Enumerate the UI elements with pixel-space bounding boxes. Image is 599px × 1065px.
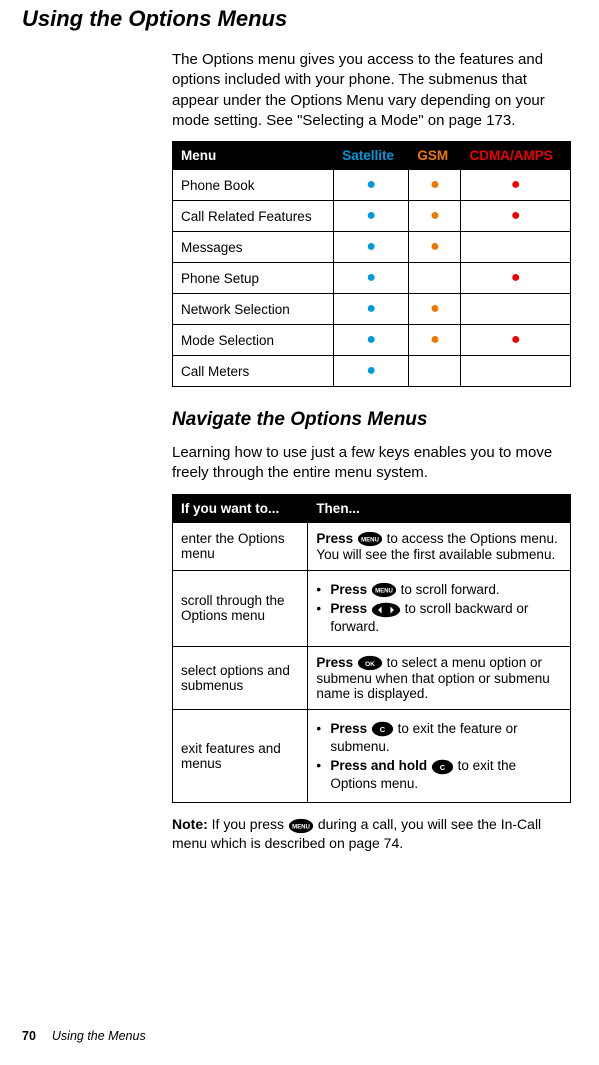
dot-icon: ● (511, 176, 521, 193)
cdma-cell (461, 356, 571, 387)
col-then: Then... (308, 494, 571, 522)
menu-key-icon (288, 818, 314, 834)
footer-label: Using the Menus (52, 1029, 146, 1043)
ok-key-icon (357, 655, 383, 671)
sat-cell: ● (334, 170, 409, 201)
menu-label: Call Meters (173, 356, 334, 387)
sat-cell: ● (334, 356, 409, 387)
intro-paragraph: The Options menu gives you access to the… (172, 50, 571, 131)
page-number: 70 (22, 1029, 36, 1043)
if-cell: scroll through the Options menu (173, 570, 308, 646)
dot-icon: ● (511, 269, 521, 286)
col-if: If you want to... (173, 494, 308, 522)
menu-label: Call Related Features (173, 201, 334, 232)
dot-icon: ● (366, 207, 376, 224)
table-row: Network Selection ● ● (173, 294, 571, 325)
table-row: Mode Selection ● ● ● (173, 325, 571, 356)
menu-label: Network Selection (173, 294, 334, 325)
dot-icon: ● (430, 176, 440, 193)
navigate-heading: Navigate the Options Menus (172, 409, 571, 431)
table-row: Phone Setup ● ● (173, 263, 571, 294)
dot-icon: ● (366, 300, 376, 317)
col-cdma: CDMA/AMPS (461, 142, 571, 170)
table-row: Call Meters ● (173, 356, 571, 387)
if-cell: exit features and menus (173, 710, 308, 803)
then-cell: Press to scroll forward. Press to scroll… (308, 570, 571, 646)
dot-icon: ● (430, 331, 440, 348)
dot-icon: ● (430, 300, 440, 317)
col-satellite: Satellite (334, 142, 409, 170)
then-cell: Press to access the Options menu. You wi… (308, 522, 571, 570)
menu-label: Mode Selection (173, 325, 334, 356)
dot-icon: ● (511, 207, 521, 224)
col-menu: Menu (173, 142, 334, 170)
cdma-cell: ● (461, 325, 571, 356)
gsm-cell: ● (409, 232, 461, 263)
keys-table: If you want to... Then... enter the Opti… (172, 494, 571, 804)
dot-icon: ● (511, 331, 521, 348)
sat-cell: ● (334, 232, 409, 263)
menu-label: Phone Book (173, 170, 334, 201)
col-gsm: GSM (409, 142, 461, 170)
menu-key-icon (357, 531, 383, 547)
table-row: select options and submenus Press to sel… (173, 646, 571, 709)
table-row: enter the Options menu Press to access t… (173, 522, 571, 570)
dot-icon: ● (366, 176, 376, 193)
dot-icon: ● (430, 207, 440, 224)
navigate-paragraph: Learning how to use just a few keys enab… (172, 443, 571, 484)
gsm-cell: ● (409, 294, 461, 325)
page-footer: 70 Using the Menus (22, 1029, 146, 1043)
cdma-cell: ● (461, 263, 571, 294)
table-row: scroll through the Options menu Press to… (173, 570, 571, 646)
menu-label: Messages (173, 232, 334, 263)
scroll-key-icon (371, 602, 401, 618)
dot-icon: ● (366, 362, 376, 379)
menu-key-icon (371, 582, 397, 598)
if-cell: enter the Options menu (173, 522, 308, 570)
gsm-cell (409, 356, 461, 387)
cdma-cell: ● (461, 201, 571, 232)
dot-icon: ● (366, 269, 376, 286)
note-paragraph: Note: If you press during a call, you wi… (172, 815, 571, 853)
sat-cell: ● (334, 201, 409, 232)
table-row: exit features and menus Press to exit th… (173, 710, 571, 803)
sat-cell: ● (334, 325, 409, 356)
modes-table: Menu Satellite GSM CDMA/AMPS Phone Book ●… (172, 141, 571, 387)
gsm-cell (409, 263, 461, 294)
menu-label: Phone Setup (173, 263, 334, 294)
cdma-cell (461, 232, 571, 263)
gsm-cell: ● (409, 170, 461, 201)
dot-icon: ● (366, 238, 376, 255)
cdma-cell: ● (461, 170, 571, 201)
table-row: Call Related Features ● ● ● (173, 201, 571, 232)
gsm-cell: ● (409, 325, 461, 356)
then-cell: Press to exit the feature or submenu. Pr… (308, 710, 571, 803)
if-cell: select options and submenus (173, 646, 308, 709)
dot-icon: ● (366, 331, 376, 348)
table-row: Phone Book ● ● ● (173, 170, 571, 201)
then-cell: Press to select a menu option or submenu… (308, 646, 571, 709)
sat-cell: ● (334, 294, 409, 325)
sat-cell: ● (334, 263, 409, 294)
dot-icon: ● (430, 238, 440, 255)
gsm-cell: ● (409, 201, 461, 232)
cdma-cell (461, 294, 571, 325)
page-title: Using the Options Menus (22, 6, 571, 32)
table-row: Messages ● ● (173, 232, 571, 263)
c-key-icon (371, 721, 394, 737)
c-key-icon (431, 759, 454, 775)
